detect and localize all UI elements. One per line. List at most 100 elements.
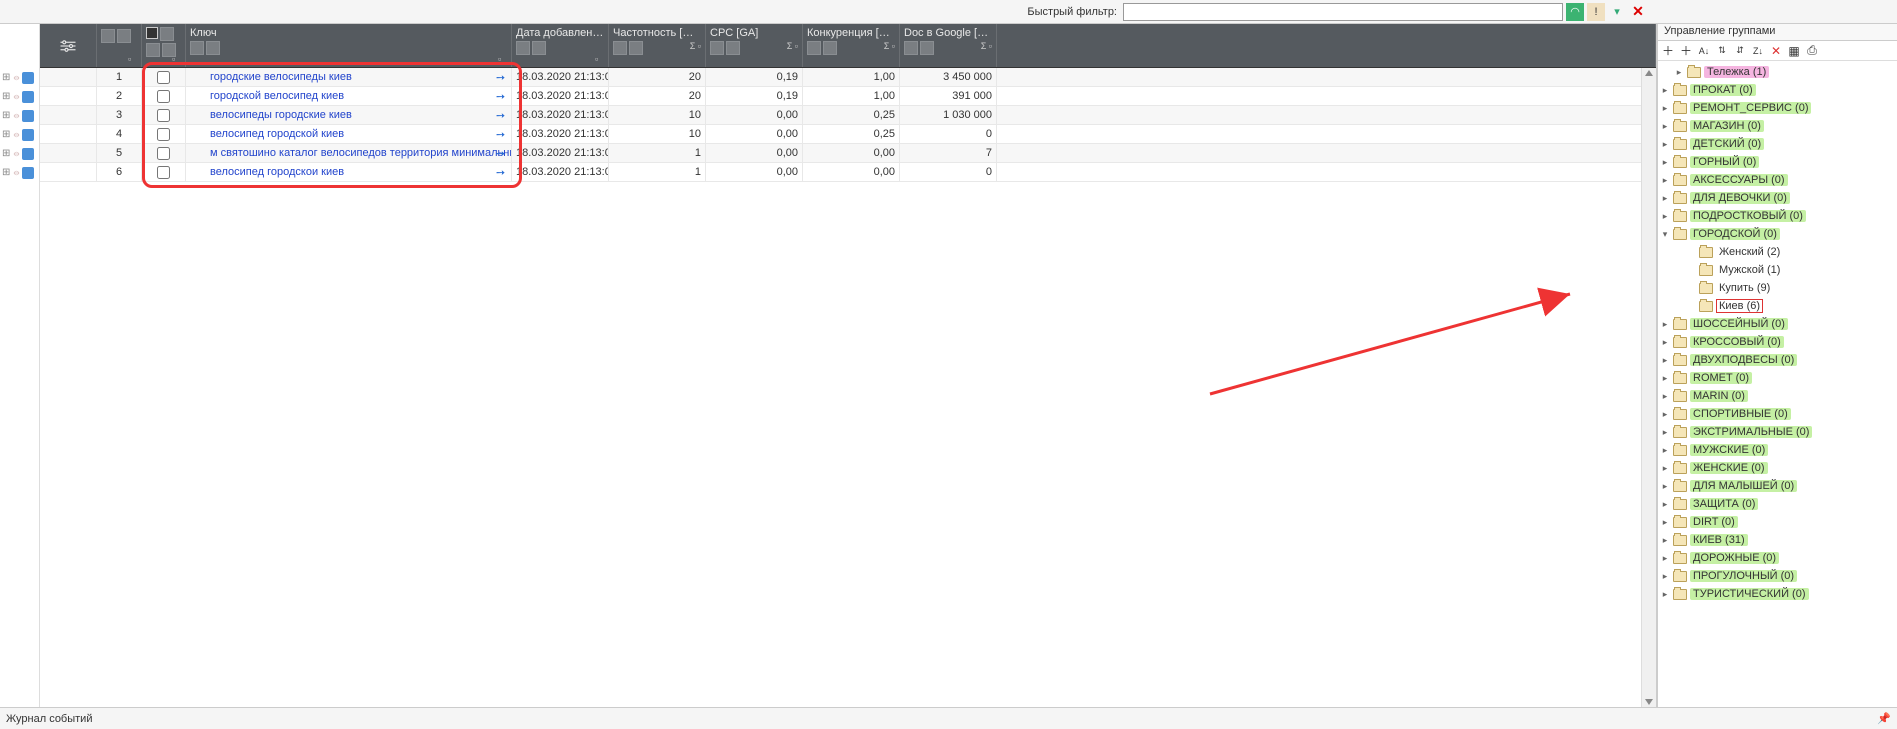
tree-node[interactable]: ▸ДЛЯ ДЕВОЧКИ (0) [1658,189,1897,207]
row-key-cell[interactable]: велосипед городской киев➚ [186,125,512,143]
expand-icon[interactable]: ▸ [1660,571,1670,582]
expand-icon[interactable]: ▸ [1660,175,1670,186]
row-checkbox-cell[interactable] [142,68,186,86]
sort-tree2-icon[interactable]: ⇵ [1732,43,1748,59]
tree-node[interactable]: ▸МУЖСКИЕ (0) [1658,441,1897,459]
row-checkbox[interactable] [157,90,170,103]
tree-node[interactable]: ▸КИЕВ (31) [1658,531,1897,549]
expand-icon[interactable]: ▸ [1660,535,1670,546]
expand-icon[interactable]: ▸ [1660,211,1670,222]
expand-icon[interactable]: ▸ [1660,193,1670,204]
expand-icon[interactable]: ▸ [1660,391,1670,402]
expand-icon[interactable]: ▾ [1660,229,1670,240]
tree-node[interactable]: ▸ДЕТСКИЙ (0) [1658,135,1897,153]
quick-filter-input[interactable] [1123,3,1563,21]
index-column-header[interactable]: ▫ [97,24,142,67]
expand-icon[interactable]: ▸ [1660,553,1670,564]
tree-node[interactable]: ▸КРОССОВЫЙ (0) [1658,333,1897,351]
delete-group-icon[interactable]: ✕ [1768,43,1784,59]
row-checkbox-cell[interactable] [142,106,186,124]
columns-icon[interactable]: ▦ [1786,43,1802,59]
tree-node[interactable]: ▸ПОДРОСТКОВЫЙ (0) [1658,207,1897,225]
apply-filter-icon[interactable]: ◠ [1566,3,1584,21]
expand-icon[interactable]: ▸ [1660,427,1670,438]
date-column-header[interactable]: Дата добавления ▫ [512,24,609,67]
row-checkbox[interactable] [157,166,170,179]
cpc-column-header[interactable]: CPC [GA] Σ ▫ [706,24,803,67]
expand-icon[interactable]: ▸ [1660,373,1670,384]
row-marker[interactable]: ⊞⦵ [0,163,40,182]
expand-icon[interactable]: ▸ [1660,499,1670,510]
expand-icon[interactable]: ▸ [1660,589,1670,600]
expand-icon[interactable]: ▸ [1660,445,1670,456]
tree-node[interactable]: ▸ДЛЯ МАЛЫШЕЙ (0) [1658,477,1897,495]
tree-node[interactable]: ▸ПРОГУЛОЧНЫЙ (0) [1658,567,1897,585]
table-row[interactable]: 3велосипеды городские киев➚18.03.2020 21… [40,106,1656,125]
tree-node[interactable]: ▸Тележка (1) [1658,63,1897,81]
add-group-icon[interactable]: ＋ [1660,43,1676,59]
row-checkbox-cell[interactable] [142,87,186,105]
kei-column-header[interactable]: Doc в Google [KEI] Σ ▫ [900,24,997,67]
tree-node[interactable]: Женский (2) [1658,243,1897,261]
freq-column-header[interactable]: Частотность [GA] Σ ▫ [609,24,706,67]
row-marker[interactable]: ⊞⦵ [0,87,40,106]
key-column-header[interactable]: Ключ ▫ [186,24,512,67]
tree-node[interactable]: ▸РЕМОНТ_СЕРВИС (0) [1658,99,1897,117]
row-checkbox-cell[interactable] [142,125,186,143]
tree-node[interactable]: ▾ГОРОДСКОЙ (0) [1658,225,1897,243]
expand-icon[interactable]: ▸ [1660,481,1670,492]
tree-node[interactable]: ▸МАГАЗИН (0) [1658,117,1897,135]
export-icon[interactable]: ⎙ [1804,43,1820,59]
sort-za-icon[interactable]: Z↓ [1750,43,1766,59]
tree-node[interactable]: ▸СПОРТИВНЫЕ (0) [1658,405,1897,423]
expand-icon[interactable]: ▸ [1660,103,1670,114]
tree-node[interactable]: ▸ДОРОЖНЫЕ (0) [1658,549,1897,567]
table-row[interactable]: 2городской велосипед киев➚18.03.2020 21:… [40,87,1656,106]
row-key-cell[interactable]: городские велосипеды киев➚ [186,68,512,86]
tree-node[interactable]: ▸ЖЕНСКИЕ (0) [1658,459,1897,477]
expand-icon[interactable]: ▸ [1660,121,1670,132]
tree-node[interactable]: ▸ГОРНЫЙ (0) [1658,153,1897,171]
expand-icon[interactable]: ▸ [1660,337,1670,348]
row-marker[interactable]: ⊞⦵ [0,125,40,144]
row-marker[interactable]: ⊞⦵ [0,144,40,163]
tree-node[interactable]: ▸АКСЕССУАРЫ (0) [1658,171,1897,189]
table-row[interactable]: 6велосипед городскои киев➚18.03.2020 21:… [40,163,1656,182]
sort-az-icon[interactable]: A↓ [1696,43,1712,59]
tree-node[interactable]: ▸ПРОКАТ (0) [1658,81,1897,99]
tree-node[interactable]: ▸ДВУХПОДВЕСЫ (0) [1658,351,1897,369]
groups-tree[interactable]: ▸Тележка (1)▸ПРОКАТ (0)▸РЕМОНТ_СЕРВИС (0… [1658,61,1897,707]
tree-node[interactable]: ▸ЗАЩИТА (0) [1658,495,1897,513]
funnel-icon[interactable]: ▾ [1608,3,1626,21]
row-marker[interactable]: ⊞⦵ [0,68,40,87]
expand-icon[interactable]: ▸ [1660,517,1670,528]
row-key-cell[interactable]: м святошино каталог велосипедов территор… [186,144,512,162]
row-key-cell[interactable]: городской велосипед киев➚ [186,87,512,105]
expand-icon[interactable]: ▸ [1660,139,1670,150]
expand-icon[interactable]: ▸ [1660,463,1670,474]
vertical-scrollbar[interactable] [1641,68,1656,707]
tree-node[interactable]: ▸MARIN (0) [1658,387,1897,405]
tree-node[interactable]: ▸ШОССЕЙНЫЙ (0) [1658,315,1897,333]
tree-node[interactable]: Киев (6) [1658,297,1897,315]
add-subgroup-icon[interactable]: ＋ [1678,43,1694,59]
checkbox-column-header[interactable]: ▫ [142,24,186,67]
tree-node[interactable]: Купить (9) [1658,279,1897,297]
row-checkbox[interactable] [157,128,170,141]
row-key-cell[interactable]: велосипеды городские киев➚ [186,106,512,124]
expand-icon[interactable]: ▸ [1674,67,1684,78]
tree-node[interactable]: ▸ROMET (0) [1658,369,1897,387]
comp-column-header[interactable]: Конкуренция [GA] Σ ▫ [803,24,900,67]
row-marker[interactable]: ⊞⦵ [0,106,40,125]
expand-icon[interactable]: ▸ [1660,409,1670,420]
row-checkbox[interactable] [157,147,170,160]
tree-node[interactable]: ▸ЭКСТРИМАЛЬНЫЕ (0) [1658,423,1897,441]
tree-node[interactable]: Мужской (1) [1658,261,1897,279]
table-row[interactable]: 4велосипед городской киев➚18.03.2020 21:… [40,125,1656,144]
checkbox-all-icon[interactable] [146,27,158,39]
row-checkbox-cell[interactable] [142,163,186,181]
event-log-label[interactable]: Журнал событий [6,713,92,725]
tree-node[interactable]: ▸ТУРИСТИЧЕСКИЙ (0) [1658,585,1897,603]
tree-node[interactable]: ▸DIRT (0) [1658,513,1897,531]
expand-icon[interactable]: ▸ [1660,157,1670,168]
